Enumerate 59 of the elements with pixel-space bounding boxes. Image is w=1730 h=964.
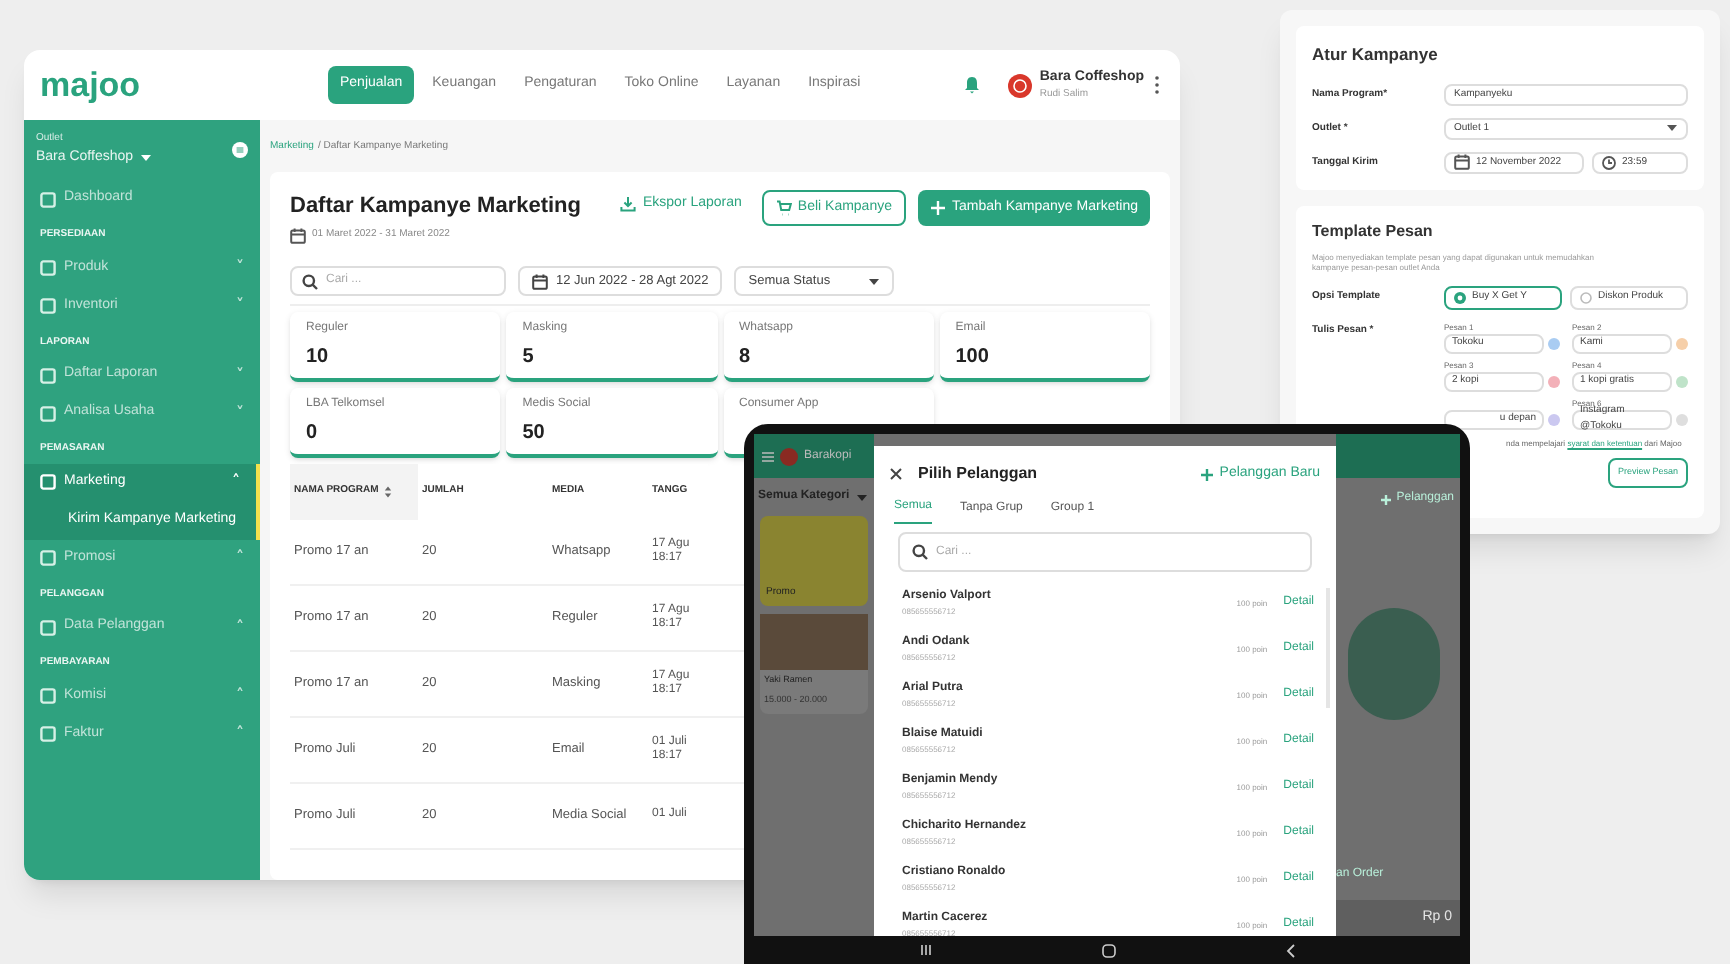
drawer-title: Pilih Pelanggan — [918, 462, 1040, 486]
stat-value: 100 — [955, 344, 991, 372]
square-icon — [40, 298, 56, 314]
calendar-icon — [532, 273, 548, 289]
close-icon — [890, 468, 902, 480]
home-icon — [1101, 943, 1115, 957]
chevron-icon: ˄ — [236, 726, 244, 742]
avatar-icon — [1007, 73, 1032, 97]
calendar-icon — [290, 228, 306, 244]
clock-icon — [1602, 155, 1616, 170]
square-icon — [40, 260, 56, 276]
menu-icon — [232, 142, 248, 158]
cart-icon — [775, 199, 792, 216]
recent-apps-icon — [919, 944, 931, 956]
download-icon — [620, 195, 637, 212]
square-icon — [40, 367, 56, 383]
search-icon — [302, 273, 318, 289]
calendar-icon — [1454, 154, 1470, 171]
photo-placeholder — [760, 614, 868, 670]
stat-value: 50 — [522, 420, 547, 448]
square-icon — [40, 688, 56, 704]
menu-icon — [762, 451, 774, 461]
caret-down-icon — [868, 277, 881, 285]
chevron-icon: ˅ — [236, 405, 244, 421]
bell-icon — [963, 76, 980, 94]
chevron-icon: ˄ — [236, 550, 244, 566]
page-title: Daftar Kampanye Marketing — [290, 191, 583, 221]
square-icon — [40, 550, 56, 566]
square-icon — [40, 726, 56, 742]
stat-value: 8 — [739, 344, 753, 372]
caret-down-icon — [855, 493, 868, 501]
form-title: Atur Kampanye — [1312, 42, 1440, 68]
illustration-drawing — [1348, 608, 1440, 720]
logo: majoo — [38, 68, 143, 102]
plus-icon — [930, 199, 946, 216]
stat-value: 5 — [522, 344, 536, 372]
square-icon — [40, 405, 56, 421]
square-icon — [40, 191, 56, 207]
chevron-icon: ˅ — [236, 260, 244, 276]
plus-icon — [1199, 467, 1214, 481]
stat-value: 10 — [306, 344, 331, 372]
chevron-icon: ˄ — [232, 474, 240, 490]
plus-icon — [1380, 493, 1393, 505]
chevron-icon: ˅ — [236, 298, 244, 314]
back-icon — [1285, 943, 1295, 957]
section-title: Template Pesan — [1312, 219, 1435, 244]
caret-down-icon — [139, 153, 152, 162]
app-header-bar — [1336, 434, 1460, 478]
search-icon — [912, 544, 928, 560]
kebab-menu-icon — [1154, 76, 1160, 94]
square-icon — [40, 619, 56, 635]
square-icon — [40, 474, 56, 490]
chevron-icon: ˄ — [236, 619, 244, 635]
caret-down-icon — [1666, 124, 1678, 133]
sort-icon — [384, 486, 393, 498]
store-logo-icon — [780, 447, 798, 465]
stat-value: 0 — [306, 420, 320, 448]
chevron-icon: ˄ — [236, 688, 244, 704]
chevron-icon: ˅ — [236, 367, 244, 383]
